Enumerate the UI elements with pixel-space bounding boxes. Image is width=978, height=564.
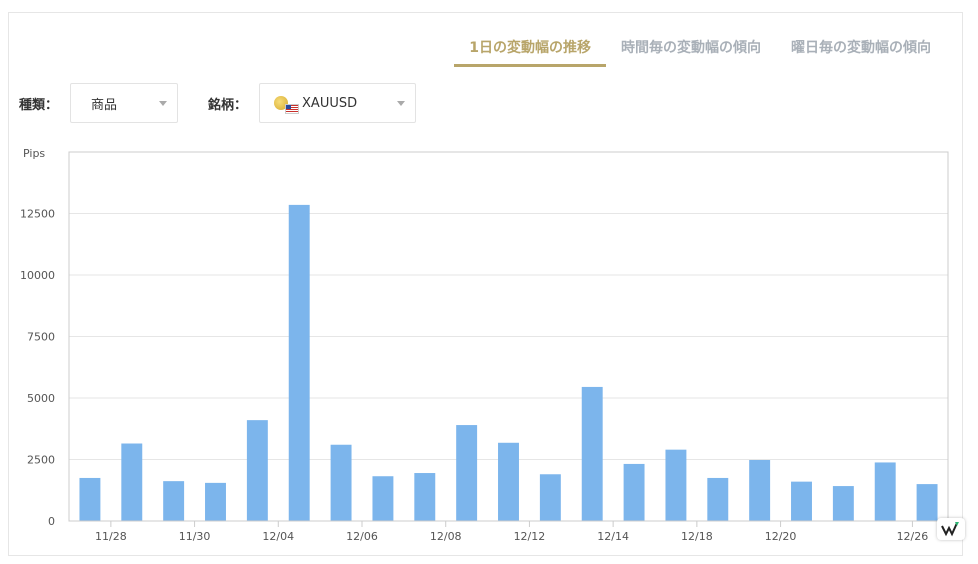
- bar: [330, 444, 352, 521]
- y-tick-label: 0: [48, 515, 55, 528]
- brand-logo-icon: [937, 518, 965, 540]
- x-tick-label: 12/20: [765, 530, 797, 543]
- x-tick-label: 12/04: [262, 530, 294, 543]
- bar: [121, 443, 143, 521]
- bar: [791, 481, 812, 521]
- x-tick-label: 11/28: [95, 530, 127, 543]
- bar: [581, 386, 603, 521]
- bar: [246, 420, 268, 521]
- bar: [205, 482, 226, 521]
- bars: [79, 204, 938, 521]
- x-tick-labels: 11/28 11/30 12/04 12/06 12/08 12/12 12/14 12/18…: [95, 521, 928, 543]
- bar: [832, 486, 854, 521]
- bar-chart: Pips 02500500075001000012500 11/28 11/30 1…: [20, 147, 949, 543]
- y-tick-label: 2500: [27, 454, 55, 467]
- bar: [539, 474, 561, 521]
- bar: [707, 477, 729, 521]
- bar: [665, 449, 687, 521]
- bar: [916, 484, 938, 521]
- x-tick-label: 12/08: [430, 530, 462, 543]
- bar: [163, 481, 185, 521]
- gridlines: [69, 213, 948, 460]
- bar: [623, 463, 645, 521]
- y-tick-labels: 0 2500 5000 7500 10000 12500: [20, 208, 55, 529]
- y-tick-label: 5000: [27, 392, 55, 405]
- x-tick-label: 12/12: [514, 530, 546, 543]
- bar: [414, 473, 436, 521]
- bar: [498, 442, 519, 521]
- y-tick-label: 12500: [20, 208, 55, 221]
- x-tick-label: 12/14: [597, 530, 629, 543]
- bar: [288, 204, 310, 521]
- bar: [749, 459, 771, 521]
- x-tick-label: 12/18: [681, 530, 713, 543]
- bar: [456, 425, 478, 521]
- y-tick-label: 7500: [27, 331, 55, 344]
- y-axis-label: Pips: [23, 147, 45, 160]
- x-tick-label: 12/26: [897, 530, 929, 543]
- bar: [874, 462, 896, 521]
- x-tick-label: 11/30: [179, 530, 211, 543]
- bar: [372, 476, 394, 521]
- x-tick-label: 12/06: [346, 530, 378, 543]
- bar: [79, 477, 101, 521]
- y-tick-label: 10000: [20, 269, 55, 282]
